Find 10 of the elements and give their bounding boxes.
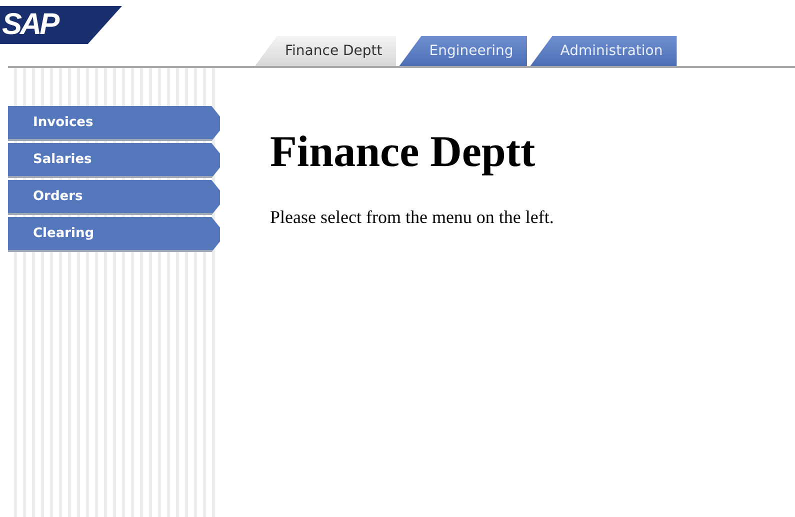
sidebar-item[interactable]: Salaries — [8, 143, 220, 178]
tab[interactable]: Administration — [530, 36, 677, 66]
tab[interactable]: Engineering — [399, 36, 528, 66]
sidebar-item[interactable]: Invoices — [8, 106, 220, 141]
page-heading: Finance Deptt — [270, 126, 536, 177]
sidebar-item[interactable]: Orders — [8, 180, 220, 215]
tab[interactable]: Finance Deptt — [255, 36, 396, 66]
logo: SAP — [0, 6, 122, 44]
sidebar-item[interactable]: Clearing — [8, 217, 220, 252]
instruction-text: Please select from the menu on the left. — [270, 207, 554, 228]
